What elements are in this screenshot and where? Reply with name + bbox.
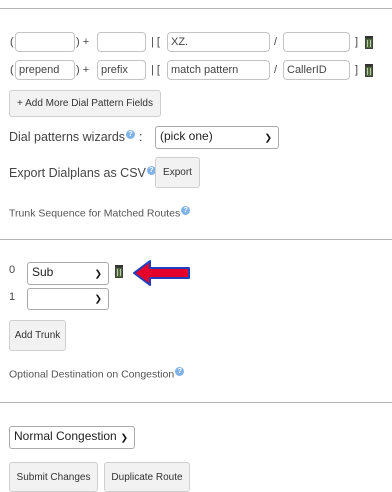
match-pattern-input[interactable]: match pattern <box>167 60 270 80</box>
help-icon[interactable]: ? <box>175 367 185 376</box>
callerid-input[interactable] <box>283 32 350 52</box>
trash-icon[interactable] <box>364 64 374 77</box>
prepend-input[interactable]: prepend <box>15 60 75 80</box>
prefix-input[interactable] <box>97 32 146 52</box>
trunk-index: 1 <box>9 291 16 303</box>
trunk-index: 0 <box>9 264 16 276</box>
close-bracket: ] <box>355 64 359 76</box>
add-more-dial-pattern-button[interactable]: + Add More Dial Pattern Fields <box>9 90 161 117</box>
slash-separator: / <box>274 36 278 48</box>
slash-separator: / <box>274 64 278 76</box>
open-paren: ( <box>10 64 14 76</box>
red-arrow-icon <box>133 260 190 286</box>
wizards-select[interactable]: (pick one) ❯ <box>155 126 279 149</box>
trunk-sequence-heading: Trunk Sequence for Matched Routes? <box>9 206 191 220</box>
trunk-select[interactable]: Sub ❯ <box>27 262 109 285</box>
duplicate-route-button[interactable]: Duplicate Route <box>104 462 190 492</box>
section-divider <box>0 402 392 403</box>
congestion-select[interactable]: Normal Congestion ❯ <box>9 426 135 449</box>
top-divider <box>0 8 392 9</box>
chevron-down-icon: ❯ <box>94 293 102 304</box>
help-icon[interactable]: ? <box>181 206 191 215</box>
chevron-down-icon: ❯ <box>94 268 102 278</box>
match-pattern-input[interactable]: XZ. <box>167 32 270 52</box>
wizards-label: Dial patterns wizards?: <box>9 130 143 145</box>
trash-icon[interactable] <box>114 265 124 278</box>
match-open: | [ <box>151 36 160 48</box>
help-icon[interactable]: ? <box>126 130 136 139</box>
plus-separator: ) + <box>76 36 90 48</box>
open-paren: ( <box>10 36 14 48</box>
export-label: Export Dialplans as CSV?: <box>9 166 161 180</box>
prepend-input[interactable] <box>15 32 75 52</box>
close-bracket: ] <box>355 36 359 48</box>
congestion-heading: Optional Destination on Congestion? <box>9 367 185 381</box>
chevron-down-icon: ❯ <box>120 432 128 442</box>
trash-icon[interactable] <box>364 36 374 49</box>
chevron-down-icon: ❯ <box>264 132 272 142</box>
callerid-input[interactable]: CallerID <box>283 60 350 80</box>
plus-separator: ) + <box>76 64 90 76</box>
export-button[interactable]: Export <box>155 157 200 188</box>
section-divider <box>0 239 392 240</box>
match-open: | [ <box>151 64 160 76</box>
add-trunk-button[interactable]: Add Trunk <box>9 320 66 351</box>
prefix-input[interactable]: prefix <box>97 60 146 80</box>
submit-changes-button[interactable]: Submit Changes <box>9 462 98 492</box>
trunk-select[interactable]: ❯ <box>27 288 109 310</box>
